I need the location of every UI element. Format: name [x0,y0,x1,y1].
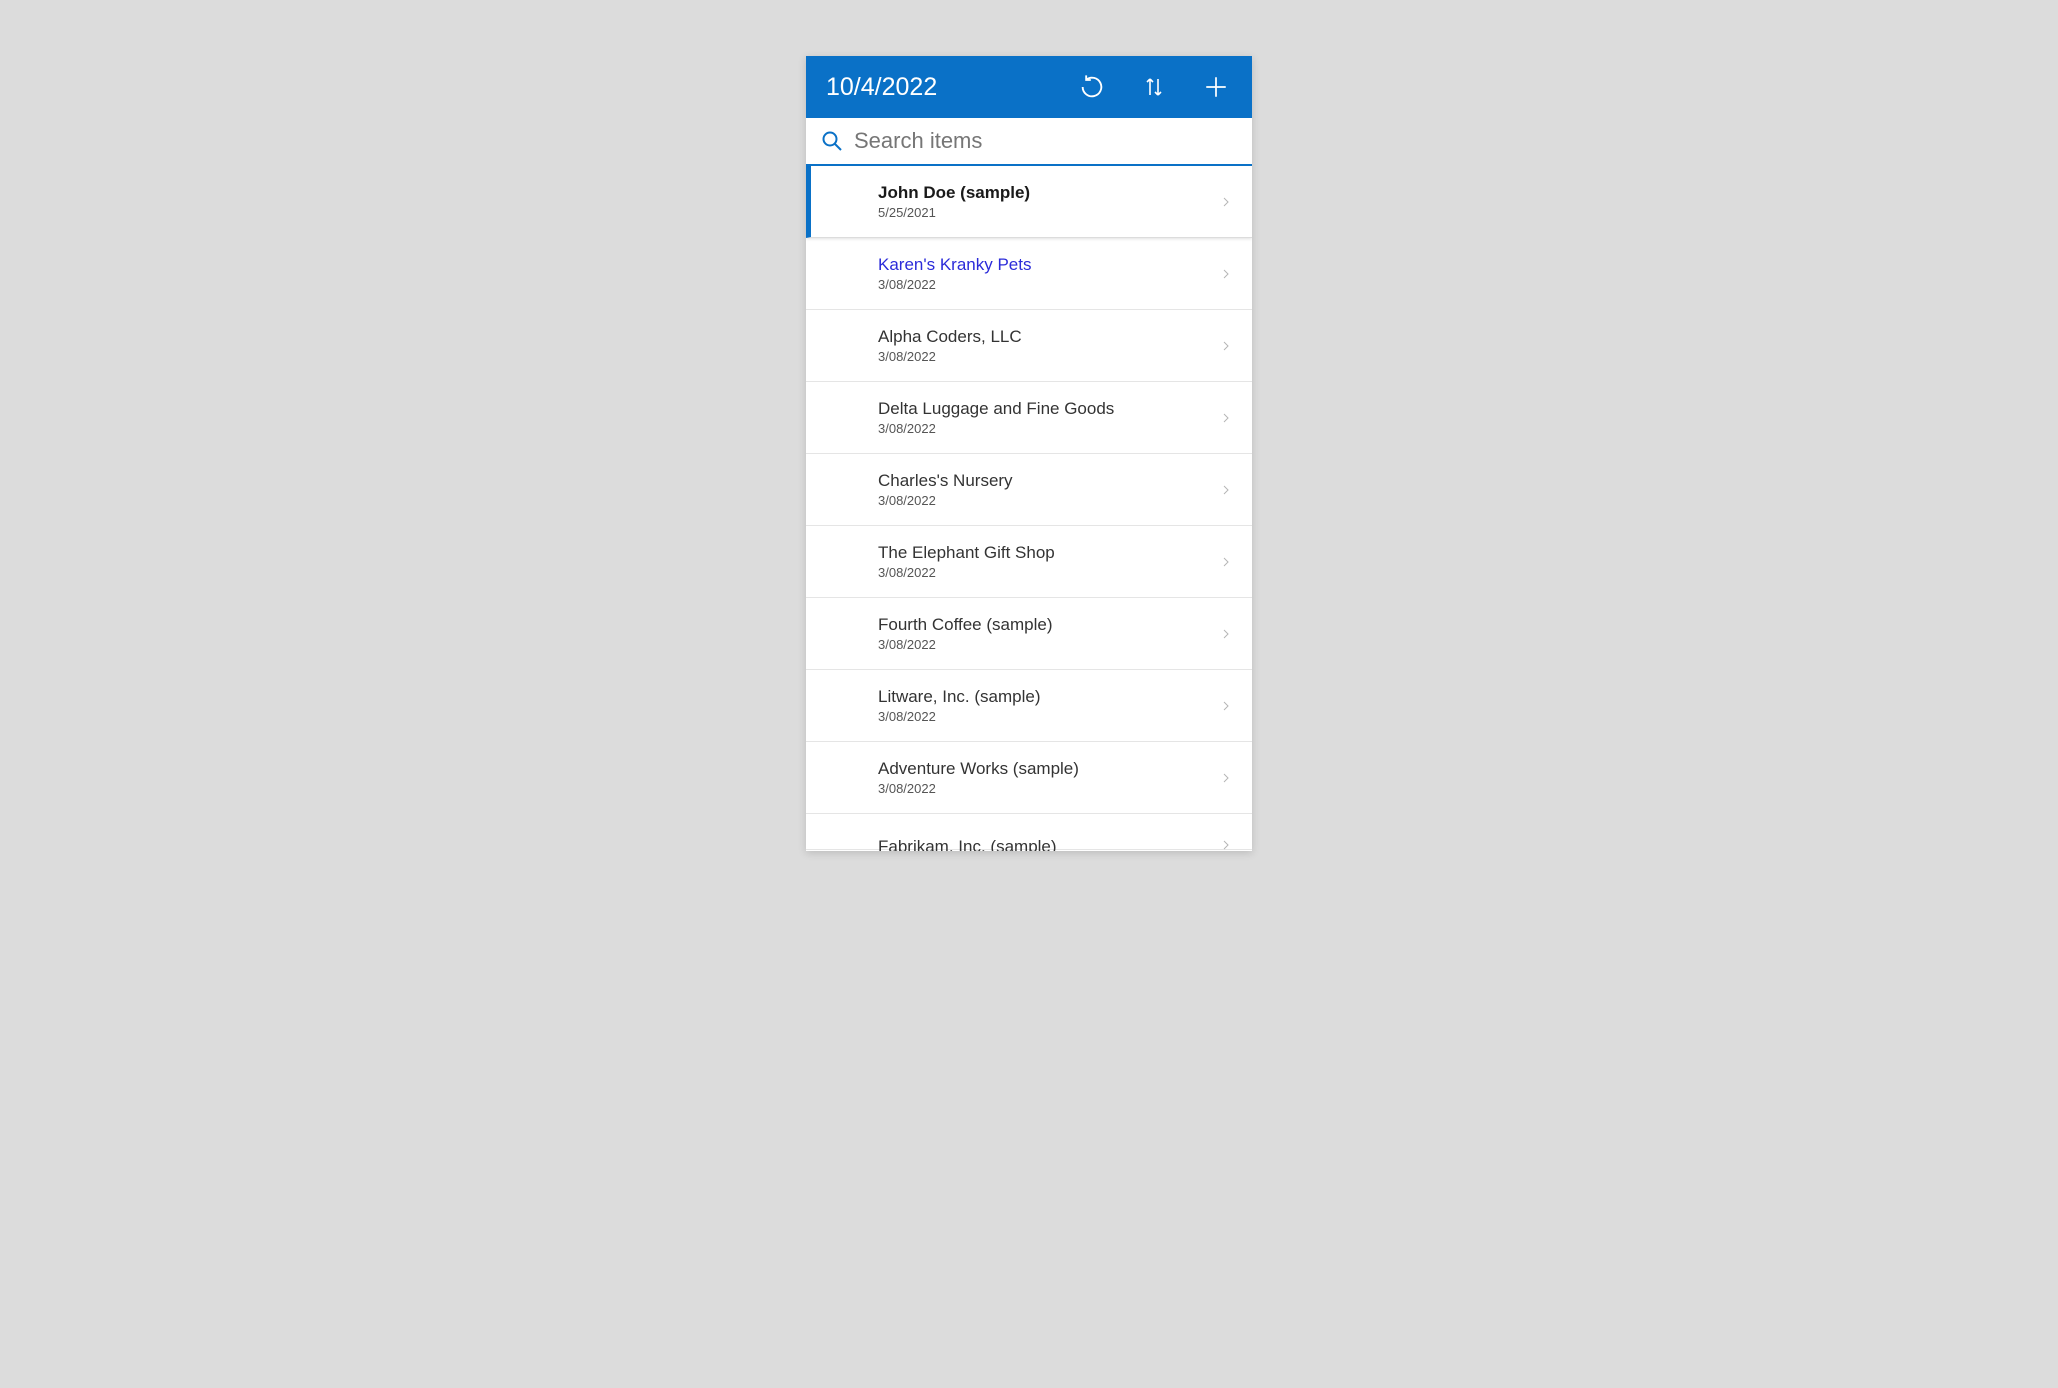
item-text: Alpha Coders, LLC 3/08/2022 [878,327,1218,365]
sort-button[interactable] [1138,71,1170,103]
item-subtitle: 3/08/2022 [878,349,1218,365]
list-item[interactable]: John Doe (sample) 5/25/2021 [806,166,1252,238]
chevron-right-icon [1218,264,1234,284]
item-subtitle: 3/08/2022 [878,781,1218,797]
item-subtitle: 3/08/2022 [878,565,1218,581]
item-text: Charles's Nursery 3/08/2022 [878,471,1218,509]
item-title: Karen's Kranky Pets [878,255,1218,275]
list-item[interactable]: Alpha Coders, LLC 3/08/2022 [806,310,1252,382]
item-title: Litware, Inc. (sample) [878,687,1218,707]
item-text: The Elephant Gift Shop 3/08/2022 [878,543,1218,581]
item-text: Karen's Kranky Pets 3/08/2022 [878,255,1218,293]
item-text: Adventure Works (sample) 3/08/2022 [878,759,1218,797]
item-title: Alpha Coders, LLC [878,327,1218,347]
item-subtitle: 5/25/2021 [878,205,1218,221]
item-title: John Doe (sample) [878,183,1218,203]
search-input[interactable] [848,128,1242,154]
list-item[interactable]: Adventure Works (sample) 3/08/2022 [806,742,1252,814]
chevron-right-icon [1218,336,1234,356]
item-subtitle: 3/08/2022 [878,421,1218,437]
search-icon-wrap [816,129,848,153]
list-item[interactable]: Karen's Kranky Pets 3/08/2022 [806,238,1252,310]
list-item[interactable]: Litware, Inc. (sample) 3/08/2022 [806,670,1252,742]
item-title: The Elephant Gift Shop [878,543,1218,563]
add-button[interactable] [1200,71,1232,103]
chevron-right-icon [1218,696,1234,716]
chevron-right-icon [1218,624,1234,644]
list-item[interactable]: The Elephant Gift Shop 3/08/2022 [806,526,1252,598]
search-icon [820,129,844,153]
item-text: Delta Luggage and Fine Goods 3/08/2022 [878,399,1218,437]
item-text: Fourth Coffee (sample) 3/08/2022 [878,615,1218,653]
app-frame: 10/4/2022 [806,56,1252,851]
search-row[interactable] [806,118,1252,166]
chevron-right-icon [1218,835,1234,851]
refresh-button[interactable] [1076,71,1108,103]
item-text: Litware, Inc. (sample) 3/08/2022 [878,687,1218,725]
list-item[interactable]: Delta Luggage and Fine Goods 3/08/2022 [806,382,1252,454]
item-subtitle: 3/08/2022 [878,277,1218,293]
item-title: Charles's Nursery [878,471,1218,491]
item-title: Fourth Coffee (sample) [878,615,1218,635]
item-text: John Doe (sample) 5/25/2021 [878,183,1218,221]
header-title: 10/4/2022 [826,73,1076,102]
item-list[interactable]: John Doe (sample) 5/25/2021 Karen's Kranky… [806,166,1252,851]
list-item[interactable]: Fourth Coffee (sample) 3/08/2022 [806,598,1252,670]
sort-icon [1142,73,1166,101]
list-item[interactable]: Charles's Nursery 3/08/2022 [806,454,1252,526]
refresh-icon [1078,73,1106,101]
item-subtitle: 3/08/2022 [878,493,1218,509]
chevron-right-icon [1218,480,1234,500]
item-title: Adventure Works (sample) [878,759,1218,779]
list-item[interactable]: Fabrikam, Inc. (sample) [806,814,1252,850]
chevron-right-icon [1218,408,1234,428]
chevron-right-icon [1218,768,1234,788]
item-text: Fabrikam, Inc. (sample) [878,829,1218,849]
chevron-right-icon [1218,192,1234,212]
item-title: Fabrikam, Inc. (sample) [878,837,1218,851]
app-header: 10/4/2022 [806,56,1252,118]
item-subtitle: 3/08/2022 [878,709,1218,725]
item-title: Delta Luggage and Fine Goods [878,399,1218,419]
item-subtitle: 3/08/2022 [878,637,1218,653]
header-actions [1076,71,1232,103]
chevron-right-icon [1218,552,1234,572]
plus-icon [1203,74,1229,100]
